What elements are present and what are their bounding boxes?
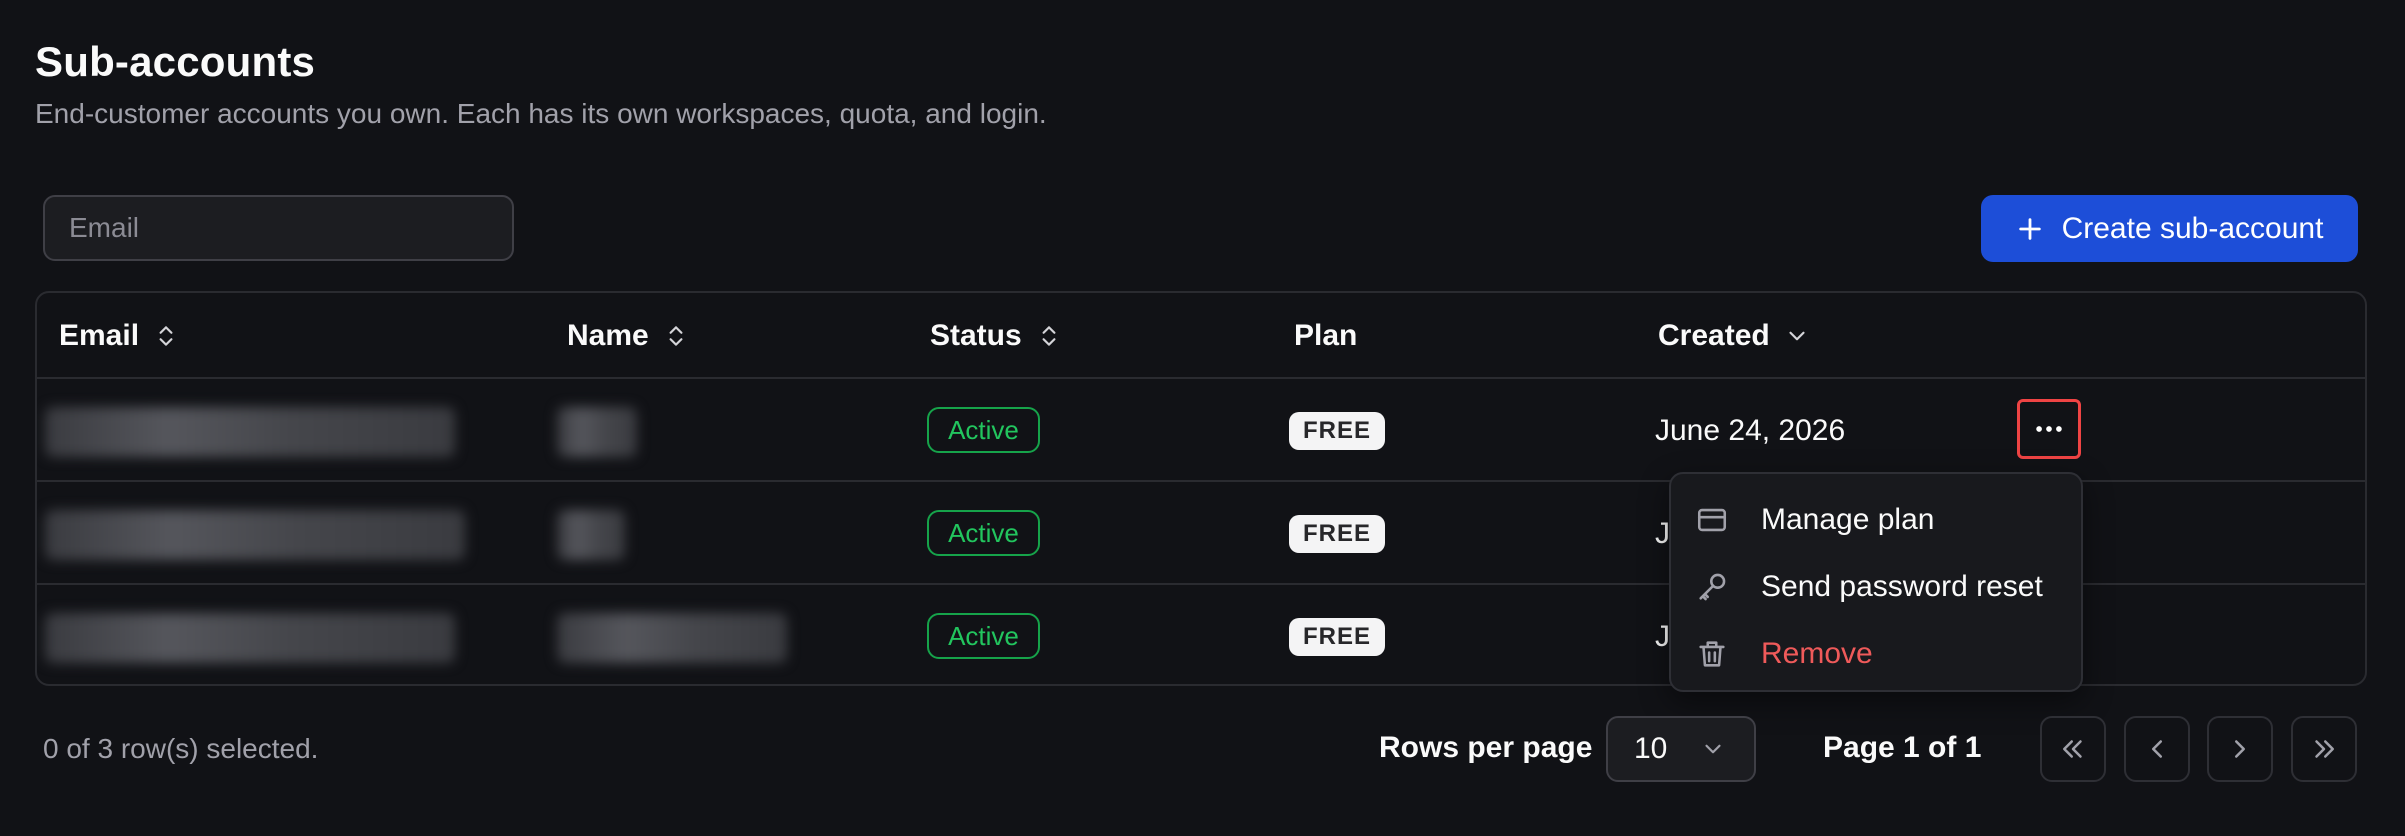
email-filter-input[interactable] xyxy=(43,195,514,261)
table-header: Email Name Status Plan Created xyxy=(37,293,2365,379)
next-page-button[interactable] xyxy=(2207,716,2273,782)
credit-card-icon xyxy=(1697,508,1727,531)
create-sub-account-button[interactable]: Create sub-account xyxy=(1981,195,2358,262)
column-label: Plan xyxy=(1294,319,1358,352)
name-cell-redacted xyxy=(557,407,637,457)
chevrons-left-icon xyxy=(2063,740,2082,758)
menu-item-label: Send password reset xyxy=(1761,569,2043,603)
status-badge: Active xyxy=(927,613,1040,659)
menu-item-send-password-reset[interactable]: Send password reset xyxy=(1671,553,2081,620)
column-header-name[interactable]: Name xyxy=(567,293,689,379)
page-subtitle: End-customer accounts you own. Each has … xyxy=(35,98,1047,129)
chevron-left-icon xyxy=(2152,740,2162,758)
menu-item-remove[interactable]: Remove xyxy=(1671,620,2081,687)
chevron-right-icon xyxy=(2235,740,2245,758)
plan-badge: FREE xyxy=(1289,412,1385,450)
table-row[interactable]: Active FREE June 24, 2026 xyxy=(37,379,2365,482)
sub-accounts-page: Sub-accounts End-customer accounts you o… xyxy=(0,0,2405,836)
menu-item-manage-plan[interactable]: Manage plan xyxy=(1671,486,2081,553)
column-label: Email xyxy=(59,319,140,352)
create-sub-account-label: Create sub-account xyxy=(2061,211,2324,245)
status-badge: Active xyxy=(927,407,1040,453)
selection-status: 0 of 3 row(s) selected. xyxy=(43,733,319,764)
column-label: Created xyxy=(1658,319,1770,352)
plus-icon xyxy=(2018,217,2041,240)
column-header-plan: Plan xyxy=(1294,293,1357,379)
column-label: Name xyxy=(567,319,649,352)
first-page-button[interactable] xyxy=(2040,716,2106,782)
chevron-down-icon xyxy=(1789,331,1805,341)
row-actions-menu: Manage plan Send password reset Remove xyxy=(1669,472,2083,692)
column-header-email[interactable]: Email xyxy=(59,293,179,379)
menu-item-label: Manage plan xyxy=(1761,502,1935,536)
sort-icon xyxy=(1042,326,1056,346)
email-cell-redacted xyxy=(45,407,455,457)
chevrons-right-icon xyxy=(2315,740,2334,758)
menu-item-label: Remove xyxy=(1761,636,1873,670)
sort-icon xyxy=(159,326,173,346)
key-icon xyxy=(1699,573,1726,600)
rows-per-page-select[interactable]: 10 xyxy=(1606,716,1756,782)
sort-icon xyxy=(669,326,683,346)
rows-per-page-label: Rows per page xyxy=(1379,731,1593,764)
column-label: Status xyxy=(930,319,1022,352)
email-cell-redacted xyxy=(45,613,455,663)
plan-badge: FREE xyxy=(1289,515,1385,553)
email-cell-redacted xyxy=(45,510,465,560)
more-horizontal-icon xyxy=(2036,426,2062,432)
page-title: Sub-accounts xyxy=(35,38,316,85)
plan-badge: FREE xyxy=(1289,618,1385,656)
last-page-button[interactable] xyxy=(2291,716,2357,782)
page-indicator: Page 1 of 1 xyxy=(1823,731,1982,764)
name-cell-redacted xyxy=(557,613,787,663)
previous-page-button[interactable] xyxy=(2124,716,2190,782)
rows-per-page-value: 10 xyxy=(1634,732,1668,765)
name-cell-redacted xyxy=(557,510,625,560)
status-badge: Active xyxy=(927,510,1040,556)
created-date: June 24, 2026 xyxy=(1655,414,1846,447)
trash-icon xyxy=(1699,640,1725,667)
row-actions-button[interactable] xyxy=(2017,399,2081,459)
chevron-down-icon xyxy=(1705,744,1721,754)
column-header-created[interactable]: Created xyxy=(1658,293,1810,379)
column-header-status[interactable]: Status xyxy=(930,293,1062,379)
